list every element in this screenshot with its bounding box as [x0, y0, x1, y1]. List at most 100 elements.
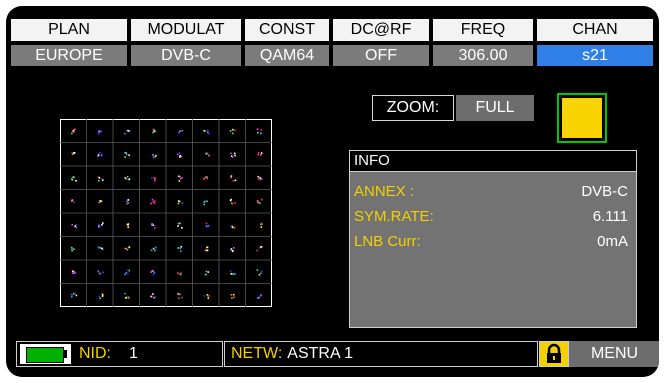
symbol-point	[231, 156, 234, 158]
symbol-point	[257, 178, 260, 180]
info-value: DVB-C	[581, 183, 628, 200]
symbol-point	[124, 132, 126, 135]
symbol-point	[152, 154, 154, 156]
symbol-point	[234, 154, 236, 157]
symbol-point	[177, 202, 180, 205]
symbol-point	[150, 202, 152, 205]
symbol-point	[154, 248, 157, 251]
symbol-point	[153, 297, 155, 299]
symbol-point	[178, 293, 180, 296]
value-chan[interactable]: s21	[536, 44, 654, 67]
symbol-point	[153, 130, 155, 132]
value-freq[interactable]: 306.00	[432, 44, 534, 67]
symbol-point	[206, 200, 208, 203]
header-const[interactable]: CONST	[244, 18, 330, 42]
analyzer-screen: PLAN MODULAT CONST DC@RF FREQ CHAN EUROP…	[6, 6, 659, 377]
symbol-point	[150, 249, 153, 251]
symbol-point	[206, 129, 209, 132]
info-key: ANNEX :	[354, 183, 415, 200]
header-modulat[interactable]: MODULAT	[130, 18, 242, 42]
symbol-point	[258, 247, 261, 249]
symbol-point	[98, 223, 101, 226]
symbol-point	[231, 297, 233, 299]
symbol-point	[260, 246, 262, 248]
symbol-point	[71, 270, 74, 273]
zoom-label: ZOOM:	[372, 95, 454, 121]
header-plan[interactable]: PLAN	[10, 18, 128, 42]
symbol-point	[71, 296, 73, 298]
symbol-point	[152, 201, 155, 203]
symbol-point	[99, 152, 101, 154]
symbol-point	[261, 198, 263, 201]
symbol-point	[100, 154, 103, 157]
symbol-point	[177, 247, 180, 249]
value-modulat[interactable]: DVB-C	[130, 44, 242, 67]
symbol-point	[152, 131, 154, 134]
symbol-point	[73, 176, 75, 178]
info-key: SYM.RATE:	[354, 208, 434, 225]
info-row-annex: ANNEX : DVB-C	[354, 182, 628, 202]
symbol-point	[230, 294, 233, 296]
lock-icon[interactable]	[539, 341, 569, 367]
symbol-point	[207, 297, 210, 299]
symbol-point	[180, 155, 183, 158]
symbol-point	[152, 128, 155, 131]
symbol-point	[203, 295, 206, 297]
symbol-point	[180, 250, 182, 252]
symbol-point	[257, 151, 260, 154]
symbol-point	[75, 294, 78, 297]
nid-value: 1	[129, 345, 138, 362]
info-panel: INFO ANNEX : DVB-C SYM.RATE: 6.111 LNB C…	[349, 150, 637, 328]
symbol-point	[178, 200, 181, 203]
nid-box: NID: 1	[16, 341, 223, 367]
symbol-point	[100, 153, 103, 155]
symbol-point	[256, 249, 258, 252]
symbol-point	[232, 247, 235, 249]
value-plan[interactable]: EUROPE	[10, 44, 128, 67]
symbol-point	[260, 222, 262, 225]
nid-label: NID:	[79, 345, 111, 362]
symbol-point	[259, 177, 261, 179]
netw-label: NETW:	[231, 345, 283, 362]
symbol-point	[233, 296, 236, 299]
symbol-point	[260, 226, 263, 228]
symbol-point	[206, 294, 209, 296]
symbol-point	[256, 269, 259, 271]
symbol-point	[101, 294, 104, 296]
symbol-point	[260, 272, 262, 274]
header-chan[interactable]: CHAN	[536, 18, 654, 42]
netw-value: ASTRA 1	[287, 345, 354, 362]
zoom-value[interactable]: FULL	[456, 95, 534, 121]
symbol-point	[208, 154, 210, 156]
symbol-point	[126, 175, 129, 178]
symbol-point	[73, 201, 75, 203]
symbol-point	[229, 270, 232, 273]
symbol-point	[232, 250, 234, 253]
symbol-point	[73, 248, 75, 250]
symbol-point	[261, 270, 263, 272]
symbol-point	[127, 272, 129, 275]
symbol-point	[229, 199, 232, 202]
symbol-point	[97, 270, 99, 272]
symbol-point	[154, 177, 157, 180]
symbol-point	[71, 132, 73, 135]
netw-box: NETW: ASTRA 1	[224, 341, 538, 367]
header-freq[interactable]: FREQ	[432, 18, 534, 42]
symbol-point	[207, 271, 209, 273]
symbol-point	[150, 295, 152, 298]
symbol-point	[124, 273, 126, 276]
constellation-diagram	[60, 119, 272, 307]
value-dcrf[interactable]: OFF	[332, 44, 430, 67]
header-dcrf[interactable]: DC@RF	[332, 18, 430, 42]
menu-button[interactable]: MENU	[569, 341, 659, 367]
symbol-point	[204, 130, 206, 132]
symbol-point	[126, 200, 128, 203]
symbol-point	[260, 152, 263, 154]
symbol-point	[260, 129, 262, 131]
symbol-point	[151, 198, 154, 201]
symbol-point	[208, 132, 210, 135]
symbol-point	[75, 226, 78, 229]
value-const[interactable]: QAM64	[244, 44, 330, 67]
symbol-point	[178, 272, 180, 275]
symbol-point	[152, 156, 155, 159]
